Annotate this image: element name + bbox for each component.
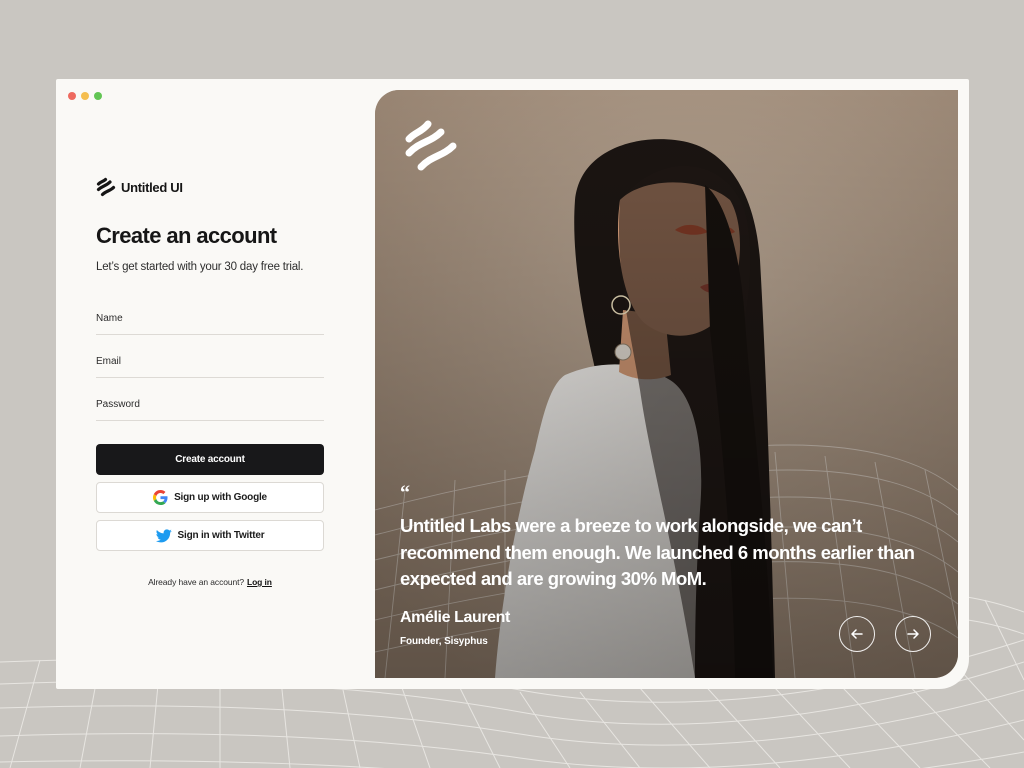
twitter-icon [155,528,172,542]
create-account-label: Create account [175,454,245,465]
untitled-ui-logo-icon [96,177,116,197]
browser-window: Untitled UI Create an account Let’s get … [56,79,969,689]
login-link[interactable]: Log in [247,577,272,587]
brand-name: Untitled UI [121,179,183,195]
page-title: Create an account [96,223,277,248]
minimize-dot[interactable] [81,92,89,100]
close-dot[interactable] [68,92,76,100]
email-field[interactable] [96,354,324,378]
login-prompt: Already have an account? Log in [96,577,324,587]
twitter-signin-button[interactable]: Sign in with Twitter [96,520,324,551]
arrow-left-icon [851,629,863,639]
password-field[interactable] [96,397,324,421]
signup-panel: Untitled UI Create an account Let’s get … [96,79,324,689]
previous-testimonial-button[interactable] [839,616,875,652]
testimonial-role: Founder, Sisyphus [400,636,488,647]
testimonial-quote: Untitled Labs were a breeze to work alon… [400,515,915,589]
testimonial-panel: “ Untitled Labs were a breeze to work al… [375,90,958,678]
quote-mark: “ [400,482,410,504]
page-subtitle: Let’s get started with your 30 day free … [96,261,304,273]
arrow-right-icon [907,629,919,639]
google-icon [153,490,168,505]
testimonial-author: Amélie Laurent [400,609,510,626]
brand-logo[interactable]: Untitled UI [96,177,183,197]
name-field[interactable] [96,311,324,335]
google-signup-button[interactable]: Sign up with Google [96,482,324,513]
google-signup-label: Sign up with Google [174,492,267,503]
login-prompt-text: Already have an account? [148,577,244,587]
brand-mark-icon [405,120,457,171]
twitter-signin-label: Sign in with Twitter [177,530,265,541]
email-input[interactable] [96,356,324,367]
next-testimonial-button[interactable] [895,616,931,652]
password-input[interactable] [96,399,324,410]
name-input[interactable] [96,313,324,324]
create-account-button[interactable]: Create account [96,444,324,475]
